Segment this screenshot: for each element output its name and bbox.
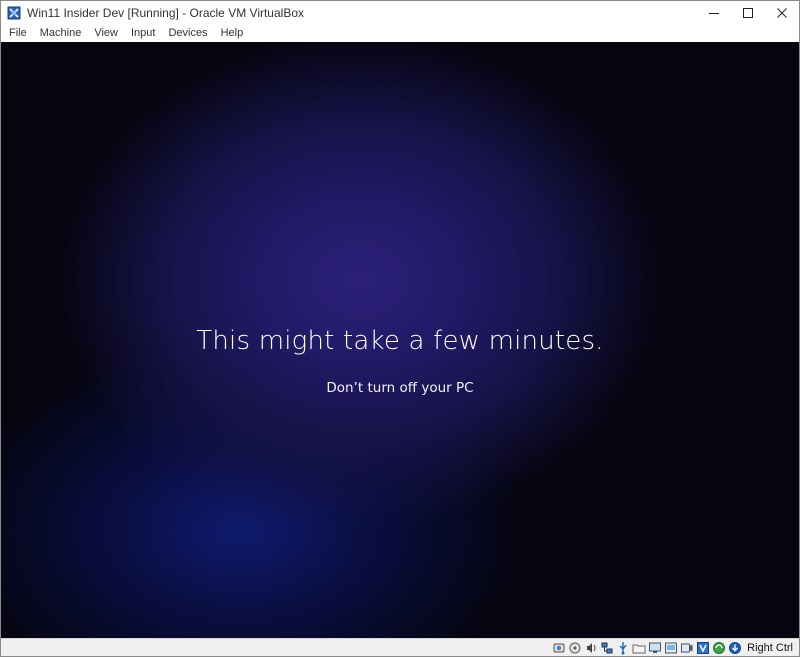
menu-help[interactable]: Help <box>215 25 250 41</box>
video-capture-icon[interactable] <box>680 641 694 655</box>
close-button[interactable] <box>765 1 799 25</box>
menu-devices[interactable]: Devices <box>162 25 213 41</box>
setup-subline: Don’t turn off your PC <box>326 380 474 396</box>
menu-input[interactable]: Input <box>125 25 161 41</box>
title-bar[interactable]: Win11 Insider Dev [Running] - Oracle VM … <box>1 1 799 25</box>
guest-additions-icon[interactable] <box>712 641 726 655</box>
virtualbox-window: Win11 Insider Dev [Running] - Oracle VM … <box>0 0 800 657</box>
menu-machine[interactable]: Machine <box>34 25 88 41</box>
virtualbox-app-icon <box>7 6 21 20</box>
minimize-button[interactable] <box>697 1 731 25</box>
cpu-virtualization-icon[interactable] <box>696 641 710 655</box>
window-title: Win11 Insider Dev [Running] - Oracle VM … <box>27 6 305 20</box>
minimize-icon <box>709 13 719 14</box>
shared-folders-icon[interactable] <box>632 641 646 655</box>
host-key-label[interactable]: Right Ctrl <box>747 642 793 654</box>
maximize-icon <box>743 8 753 18</box>
guest-display[interactable]: This might take a few minutes. Don’t tur… <box>1 42 799 638</box>
menu-file[interactable]: File <box>3 25 33 41</box>
maximize-button[interactable] <box>731 1 765 25</box>
setup-headline: This might take a few minutes. <box>196 326 604 356</box>
network-icon[interactable] <box>600 641 614 655</box>
menu-view[interactable]: View <box>88 25 124 41</box>
optical-drive-icon[interactable] <box>568 641 582 655</box>
status-bar: Right Ctrl <box>1 638 799 656</box>
device-tray: Right Ctrl <box>552 640 797 656</box>
audio-icon[interactable] <box>584 641 598 655</box>
recording-icon[interactable] <box>664 641 678 655</box>
hard-disk-icon[interactable] <box>552 641 566 655</box>
menu-bar: File Machine View Input Devices Help <box>1 25 799 41</box>
mouse-integration-icon[interactable] <box>728 641 742 655</box>
usb-icon[interactable] <box>616 641 630 655</box>
window-controls <box>697 1 799 25</box>
display-icon[interactable] <box>648 641 662 655</box>
close-icon <box>777 8 787 18</box>
